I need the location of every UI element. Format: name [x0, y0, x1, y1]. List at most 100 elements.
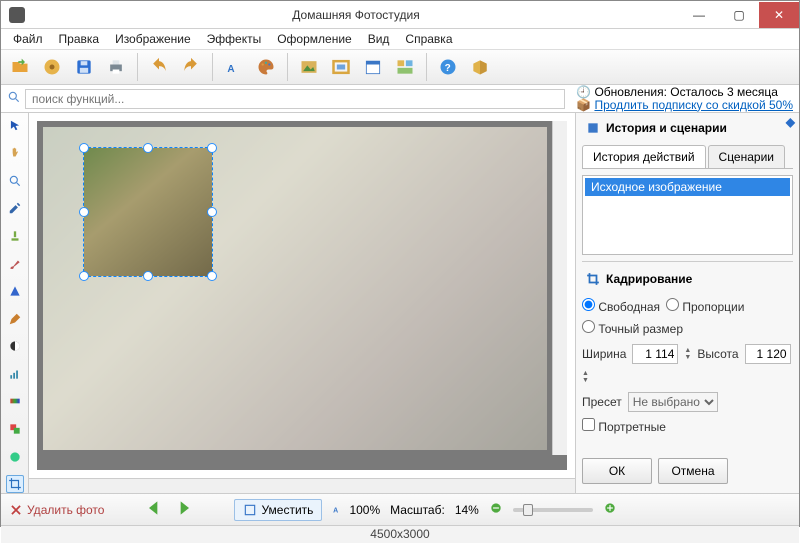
search-icon [7, 90, 21, 107]
menu-design[interactable]: Оформление [269, 30, 359, 48]
svg-text:A: A [227, 64, 234, 75]
hand-tool[interactable] [6, 145, 24, 163]
crop-handle-t[interactable] [143, 143, 153, 153]
open-button[interactable] [5, 52, 35, 82]
text-button[interactable]: A [219, 52, 249, 82]
crop-handle-r[interactable] [207, 207, 217, 217]
menu-help[interactable]: Справка [397, 30, 460, 48]
calendar-button[interactable] [358, 52, 388, 82]
zoom-tool[interactable] [6, 172, 24, 190]
extend-subscription-link[interactable]: Продлить подписку со скидкой 50% [594, 98, 793, 112]
close-button[interactable]: ✕ [759, 2, 799, 28]
cancel-button[interactable]: Отмена [658, 458, 728, 484]
crop-preview [84, 148, 212, 276]
tab-scenario[interactable]: Сценарии [708, 145, 785, 168]
titlebar: Домашняя Фотостудия — ▢ ✕ [1, 1, 799, 29]
healing-tool[interactable] [6, 448, 24, 466]
crop-title: Кадрирование [606, 272, 692, 286]
bottom-bar: Удалить фото Уместить A 100% Масштаб: 14… [1, 493, 799, 525]
update-info: 🕘 Обновления: Осталось 3 месяца 📦 Продли… [576, 86, 793, 112]
width-spinner[interactable]: ▲▼ [684, 347, 691, 361]
zoom-100-button[interactable]: A 100% [332, 503, 380, 517]
tab-history[interactable]: История действий [582, 145, 706, 168]
crop-handle-l[interactable] [79, 207, 89, 217]
fit-button[interactable]: Уместить [234, 499, 322, 521]
zoom-slider-thumb[interactable] [523, 504, 533, 516]
width-input[interactable] [632, 344, 678, 364]
search-bar: 🕘 Обновления: Осталось 3 месяца 📦 Продли… [1, 85, 799, 113]
zoom-out-button[interactable] [489, 501, 503, 518]
eyedropper-tool[interactable] [6, 200, 24, 218]
scale-value: 14% [455, 503, 479, 517]
menu-file[interactable]: Файл [5, 30, 51, 48]
preset-select[interactable]: Не выбрано [628, 392, 718, 412]
layers-tool[interactable] [6, 420, 24, 438]
crop-mode-proportions[interactable]: Пропорции [666, 298, 744, 314]
crop-handle-tl[interactable] [79, 143, 89, 153]
stamp-tool[interactable] [6, 227, 24, 245]
height-input[interactable] [745, 344, 791, 364]
crop-selection[interactable] [83, 147, 213, 277]
zoom-in-button[interactable] [603, 501, 617, 518]
image-dimensions: 4500x3000 [370, 527, 429, 541]
scale-label: Масштаб: [390, 503, 445, 517]
menu-image[interactable]: Изображение [107, 30, 199, 48]
crop-tool[interactable] [6, 475, 24, 493]
minimize-button[interactable]: — [679, 2, 719, 28]
next-button[interactable] [174, 498, 194, 521]
catalog-button[interactable] [37, 52, 67, 82]
gradient-tool[interactable] [6, 393, 24, 411]
statusbar: 4500x3000 [1, 525, 799, 543]
svg-text:A: A [334, 507, 339, 514]
pointer-tool[interactable] [6, 117, 24, 135]
right-panel: ◆ История и сценарии История действий Сц… [575, 113, 799, 493]
history-title: История и сценарии [606, 121, 727, 135]
maximize-button[interactable]: ▢ [719, 2, 759, 28]
history-panel-header: История и сценарии [582, 117, 793, 139]
print-button[interactable] [101, 52, 131, 82]
delete-photo-button[interactable]: Удалить фото [9, 503, 104, 517]
undo-button[interactable] [144, 52, 174, 82]
crop-handle-bl[interactable] [79, 271, 89, 281]
history-list[interactable]: Исходное изображение [582, 175, 793, 255]
window-title: Домашняя Фотостудия [33, 8, 679, 22]
search-input[interactable] [25, 89, 565, 109]
vertical-scrollbar[interactable] [552, 121, 567, 455]
crop-handle-tr[interactable] [207, 143, 217, 153]
crop-handle-br[interactable] [207, 271, 217, 281]
menu-effects[interactable]: Эффекты [199, 30, 270, 48]
crop-panel-header: Кадрирование [582, 268, 793, 290]
history-item-original[interactable]: Исходное изображение [585, 178, 790, 196]
menu-edit[interactable]: Правка [51, 30, 108, 48]
levels-tool[interactable] [6, 365, 24, 383]
ok-button[interactable]: ОК [582, 458, 652, 484]
prev-button[interactable] [144, 498, 164, 521]
history-icon [586, 121, 600, 135]
triangle-tool[interactable] [6, 282, 24, 300]
help-button[interactable]: ? [433, 52, 463, 82]
app-icon [9, 7, 25, 23]
horizontal-scrollbar[interactable] [29, 478, 575, 493]
portrait-checkbox[interactable]: Портретные [582, 418, 666, 434]
menu-view[interactable]: Вид [360, 30, 398, 48]
crop-handle-b[interactable] [143, 271, 153, 281]
palette-button[interactable] [251, 52, 281, 82]
frame-button[interactable] [326, 52, 356, 82]
menubar: Файл Правка Изображение Эффекты Оформлен… [1, 29, 799, 49]
collage-button[interactable] [390, 52, 420, 82]
height-spinner[interactable]: ▲▼ [582, 370, 589, 384]
crop-mode-exact[interactable]: Точный размер [582, 320, 683, 336]
crop-mode-free[interactable]: Свободная [582, 298, 660, 314]
canvas[interactable] [37, 121, 567, 470]
box-button[interactable] [465, 52, 495, 82]
brush-tool[interactable] [6, 255, 24, 273]
save-button[interactable] [69, 52, 99, 82]
image-button[interactable] [294, 52, 324, 82]
collapse-panel-icon[interactable]: ◆ [786, 115, 795, 129]
pen-tool[interactable] [6, 310, 24, 328]
preset-label: Пресет [582, 395, 622, 409]
zoom-slider[interactable] [513, 508, 593, 512]
contrast-tool[interactable] [6, 338, 24, 356]
height-label: Высота [697, 347, 738, 361]
redo-button[interactable] [176, 52, 206, 82]
